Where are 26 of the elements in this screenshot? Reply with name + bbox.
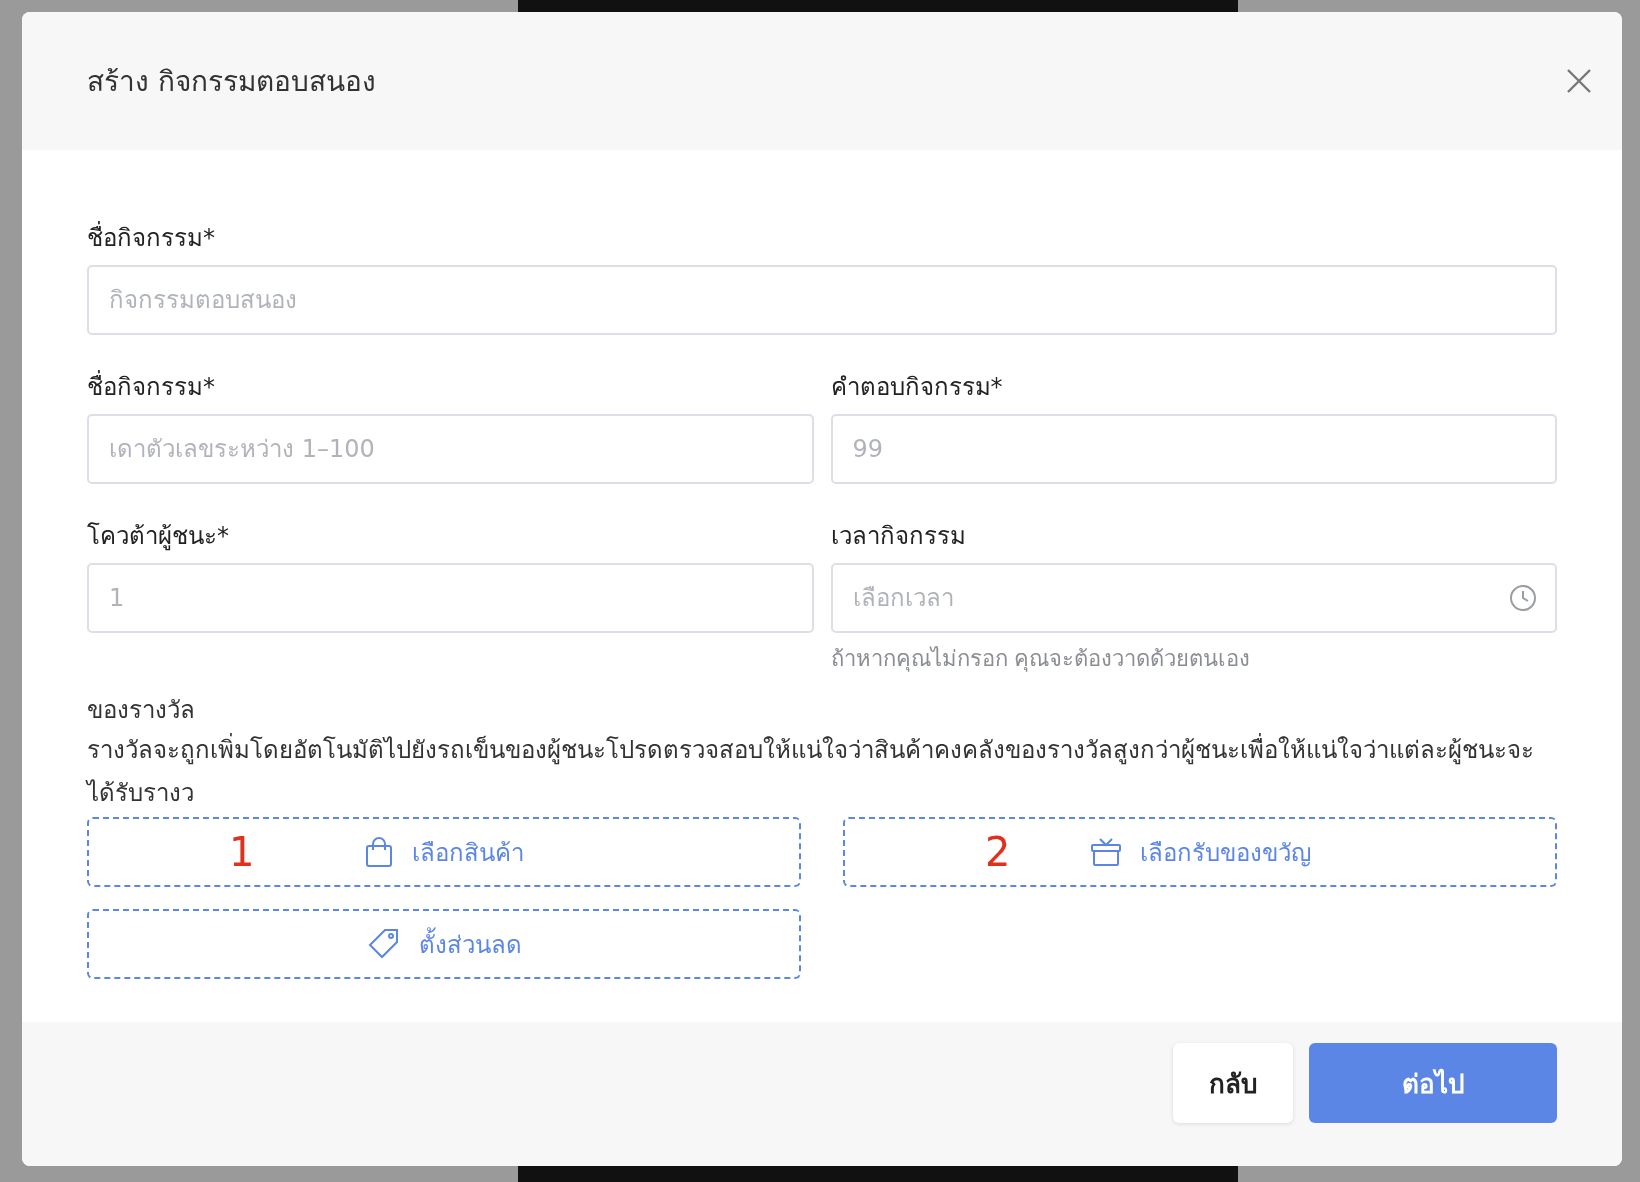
input-field[interactable]: กิจกรรมตอบสนอง xyxy=(87,265,1557,335)
clock-icon xyxy=(1509,584,1537,612)
rewards-description: รางวัลจะถูกเพิ่มโดยอัตโนมัติไปยังรถเข็นของผู้ชนะโปรดตรวจสอบให้แน่ใจว่าสินค้าคงคลังของรางวัลสูงกว่าผู้ชนะเพื่อให้แน่ใจว่าแต่ละผู้ชนะจะได้รับรางว xyxy=(87,729,1557,815)
field-hint: ถ้าหากคุณไม่กรอก คุณจะต้องวาดด้วยตนเอง xyxy=(830,645,1252,674)
number-marker: 2 xyxy=(985,829,1011,875)
shopping-bag-icon xyxy=(364,836,394,868)
discount-button[interactable]: ตั้งส่วนลด xyxy=(87,909,801,979)
gift-box-icon xyxy=(1089,837,1122,867)
price-tag-icon xyxy=(366,927,401,961)
dialog-title: สร้าง กิจกรรมตอบสนอง xyxy=(87,64,376,100)
input-field[interactable]: 99 xyxy=(830,414,1557,484)
field-label: คำตอบกิจกรรม* xyxy=(830,372,1004,403)
field-label: โควต้าผู้ชนะ* xyxy=(87,521,230,553)
time-picker-field[interactable]: เลือกเวลา xyxy=(830,563,1557,633)
number-marker: 1 xyxy=(229,829,255,875)
back-button[interactable]: กลับ xyxy=(1173,1043,1293,1123)
field-label: เวลากิจกรรม xyxy=(830,521,967,552)
input-field[interactable]: เดาตัวเลขระหว่าง 1–100 xyxy=(87,414,814,484)
input-field[interactable]: 1 xyxy=(87,563,814,633)
field-label: ชื่อกิจกรรม* xyxy=(87,367,814,406)
close-icon[interactable] xyxy=(1566,68,1592,94)
product-button[interactable]: 1 เลือกสินค้า xyxy=(87,817,801,887)
next-button[interactable]: ต่อไป xyxy=(1309,1043,1557,1123)
gift-button[interactable]: 2 เลือกรับของขวัญ xyxy=(843,817,1557,887)
field-label: ชื่อกิจกรรม* xyxy=(87,218,1557,257)
rewards-label: ของรางวัล xyxy=(87,695,196,726)
